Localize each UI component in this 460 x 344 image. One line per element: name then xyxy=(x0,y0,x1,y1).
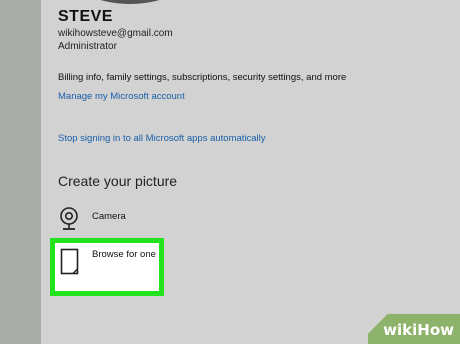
account-name: STEVE xyxy=(58,8,113,25)
wikihow-logo-text: wikiHow xyxy=(383,321,454,339)
camera-option[interactable]: Camera xyxy=(58,206,126,232)
browse-option[interactable]: Browse for one xyxy=(60,248,156,276)
browse-option-label: Browse for one xyxy=(92,248,156,260)
camera-option-label: Camera xyxy=(92,210,126,222)
manage-account-link[interactable]: Manage my Microsoft account xyxy=(58,91,185,102)
account-email: wikihowsteve@gmail.com xyxy=(58,28,173,39)
billing-description: Billing info, family settings, subscript… xyxy=(58,72,347,83)
stop-signing-in-link[interactable]: Stop signing in to all Microsoft apps au… xyxy=(58,133,266,144)
file-icon xyxy=(60,248,80,276)
wikihow-logo-how: How xyxy=(417,321,454,339)
wikihow-logo-wiki: wiki xyxy=(383,321,418,339)
account-role: Administrator xyxy=(58,41,117,52)
window-left-strip xyxy=(0,0,41,344)
webcam-icon xyxy=(58,206,80,232)
create-picture-title: Create your picture xyxy=(58,173,178,189)
